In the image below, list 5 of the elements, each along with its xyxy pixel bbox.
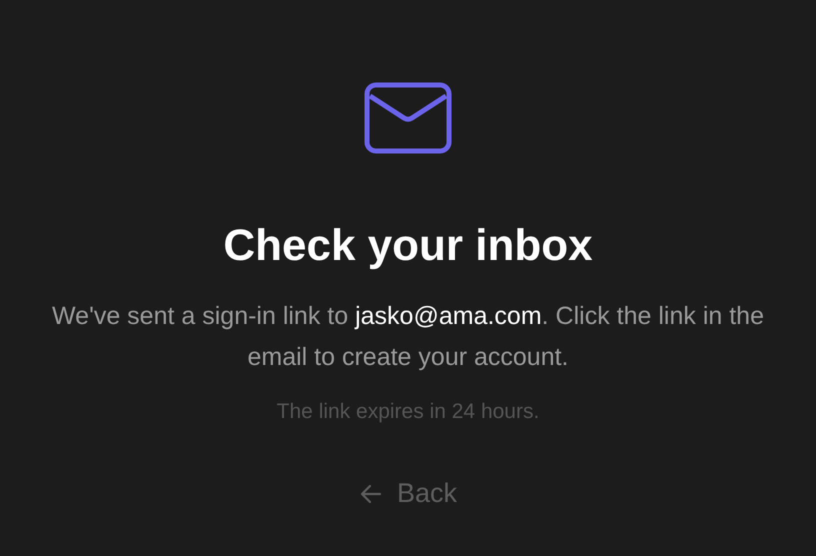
page-title: Check your inbox: [223, 222, 593, 270]
confirmation-message: We've sent a sign-in link to jasko@ama.com. Click the link in the email to create your account.: [51, 301, 765, 374]
expiry-note: The link expires in 24 hours.: [276, 400, 540, 424]
envelope-icon: [364, 82, 452, 154]
back-link[interactable]: Back: [358, 478, 458, 510]
